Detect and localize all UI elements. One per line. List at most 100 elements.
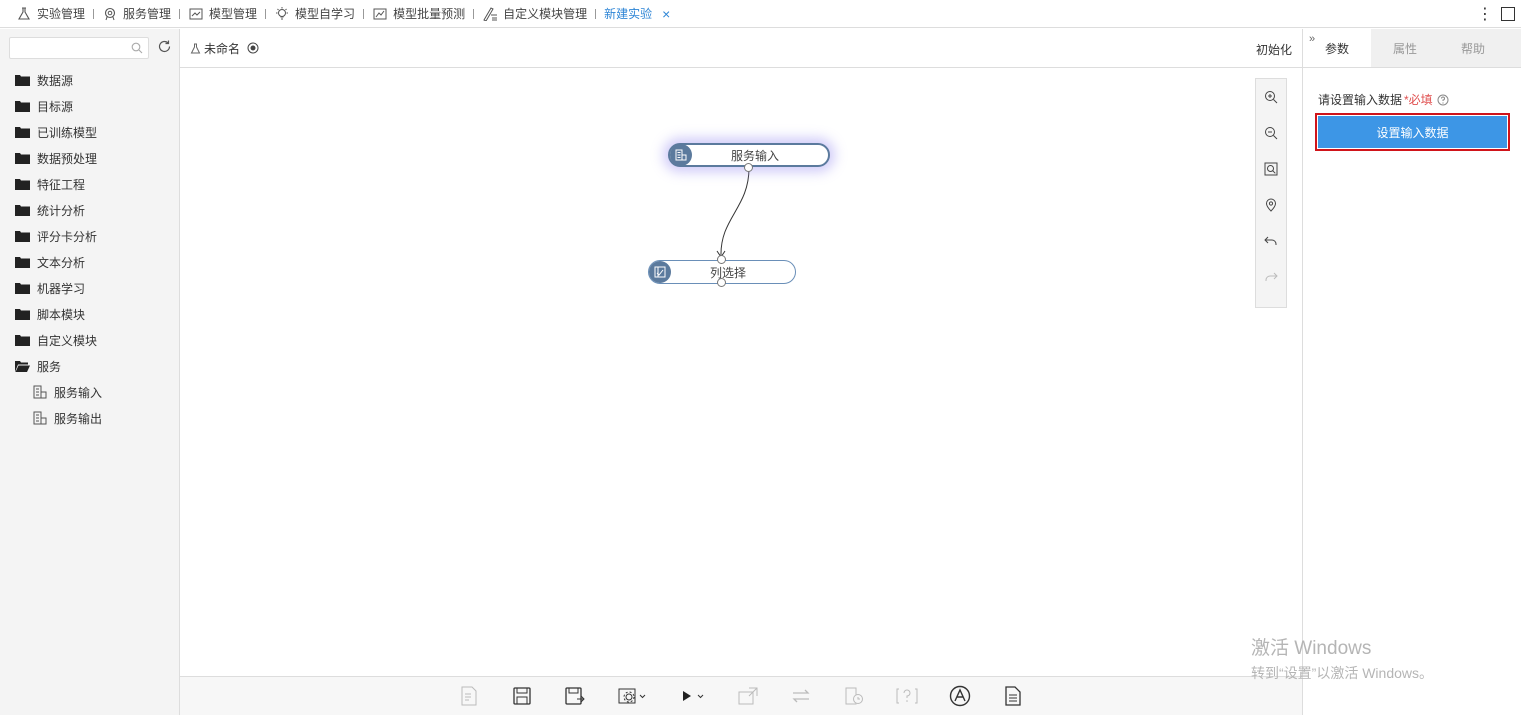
save-icon[interactable] (496, 677, 549, 716)
tree-folder-text-analysis[interactable]: 文本分析 (0, 249, 179, 275)
tree-folder-service[interactable]: 服务 (0, 353, 179, 379)
folder-icon (15, 231, 30, 242)
redo-icon[interactable] (1256, 259, 1286, 295)
tree-module-label: 服务输入 (54, 385, 103, 400)
node-connection-line (720, 167, 750, 257)
tab-model-batch-predict[interactable]: 模型批量预测 (364, 0, 473, 28)
output-port[interactable] (744, 163, 753, 172)
deploy-icon[interactable] (722, 677, 775, 716)
lightbulb-icon (274, 6, 290, 22)
folder-icon (15, 309, 30, 320)
experiment-canvas[interactable]: 服务输入 列选择 (180, 68, 1302, 676)
database-module-icon (33, 411, 47, 425)
tab-new-experiment[interactable]: 新建实验 × (596, 0, 678, 28)
service-icon (102, 6, 118, 22)
more-menu-icon[interactable]: ⋮ (1475, 4, 1495, 24)
tab-service-management[interactable]: 服务管理 (94, 0, 179, 28)
trend-chart-icon (372, 6, 388, 22)
tab-help[interactable]: 帮助 (1439, 29, 1507, 67)
save-as-icon[interactable] (549, 677, 602, 716)
tab-label: 实验管理 (37, 7, 86, 21)
tree-folder-custom-modules[interactable]: 自定义模块 (0, 327, 179, 353)
folder-icon (15, 205, 30, 216)
database-module-icon (33, 385, 47, 399)
bottom-toolbar (180, 676, 1302, 715)
experiment-header: 未命名 初始化 (180, 29, 1302, 68)
tree-folder-label: 数据源 (37, 73, 74, 88)
tree-folder-label: 服务 (37, 359, 62, 374)
tree-folder-label: 特征工程 (37, 177, 86, 192)
schedule-doc-icon[interactable] (828, 677, 881, 716)
search-icon[interactable] (131, 42, 143, 57)
tree-folder-scorecard[interactable]: 评分卡分析 (0, 223, 179, 249)
auto-layout-icon[interactable] (934, 677, 987, 716)
undo-icon[interactable] (1256, 223, 1286, 259)
folder-icon (15, 179, 30, 190)
tab-custom-module-management[interactable]: 自定义模块管理 (474, 0, 595, 28)
tree-folder-target-source[interactable]: 目标源 (0, 93, 179, 119)
flask-icon (190, 43, 201, 53)
tree-folder-label: 脚本模块 (37, 307, 86, 322)
experiment-name[interactable]: 未命名 (204, 40, 240, 57)
tree-module-label: 服务输出 (54, 411, 103, 426)
tab-model-self-learning[interactable]: 模型自学习 (266, 0, 363, 28)
tree-folder-trained-models[interactable]: 已训练模型 (0, 119, 179, 145)
module-sidebar: 数据源 目标源 已训练模型 数据预处理 特征工程 统计分析 评分卡分析 文本分析… (0, 29, 180, 715)
run-dropdown-icon[interactable] (662, 677, 722, 716)
zoom-out-icon[interactable] (1256, 115, 1286, 151)
canvas-zoom-toolbar (1255, 78, 1287, 308)
tree-module-service-input[interactable]: 服务输入 (0, 379, 179, 405)
tree-module-service-output[interactable]: 服务输出 (0, 405, 179, 431)
refresh-icon[interactable] (157, 39, 172, 57)
module-tree: 数据源 目标源 已训练模型 数据预处理 特征工程 统计分析 评分卡分析 文本分析… (0, 67, 179, 431)
tree-folder-label: 目标源 (37, 99, 74, 114)
properties-panel: » 参数 属性 帮助 请设置输入数据 *必填 设置输入数据 (1303, 29, 1521, 715)
tab-label: 模型批量预测 (393, 7, 466, 21)
column-select-icon (649, 261, 671, 283)
set-input-data-button[interactable]: 设置输入数据 (1318, 116, 1507, 148)
watermark-subtitle: 转到“设置”以激活 Windows。 (1251, 665, 1434, 681)
tab-label: 模型管理 (209, 7, 258, 21)
tree-folder-label: 统计分析 (37, 203, 86, 218)
document-icon[interactable] (987, 677, 1040, 716)
tab-model-management[interactable]: 模型管理 (180, 0, 265, 28)
folder-icon (15, 127, 30, 138)
zoom-in-icon[interactable] (1256, 79, 1286, 115)
node-label: 列选择 (709, 265, 746, 280)
tree-folder-machine-learning[interactable]: 机器学习 (0, 275, 179, 301)
tab-attributes[interactable]: 属性 (1371, 29, 1439, 67)
tree-folder-label: 已训练模型 (37, 125, 98, 140)
collapse-panel-icon[interactable]: » (1309, 33, 1315, 45)
fit-view-icon[interactable] (1256, 151, 1286, 187)
target-icon[interactable] (247, 42, 259, 54)
tree-folder-data-source[interactable]: 数据源 (0, 67, 179, 93)
tree-folder-label: 数据预处理 (37, 151, 98, 166)
swap-icon[interactable] (775, 677, 828, 716)
input-data-param-label: 请设置输入数据 *必填 (1318, 91, 1521, 108)
close-icon[interactable]: × (662, 6, 670, 22)
maximize-icon[interactable] (1501, 7, 1515, 21)
experiment-doc-icon[interactable] (443, 677, 496, 716)
folder-icon (15, 335, 30, 346)
locate-pin-icon[interactable] (1256, 187, 1286, 223)
module-search-input[interactable] (10, 38, 120, 58)
folder-icon (15, 257, 30, 268)
tree-folder-script-modules[interactable]: 脚本模块 (0, 301, 179, 327)
folder-icon (15, 101, 30, 112)
settings-dropdown-icon[interactable] (602, 677, 662, 716)
initialize-button[interactable]: 初始化 (1256, 41, 1292, 58)
tree-folder-statistics[interactable]: 统计分析 (0, 197, 179, 223)
tree-folder-preprocessing[interactable]: 数据预处理 (0, 145, 179, 171)
custom-edit-icon (482, 6, 498, 22)
input-port[interactable] (717, 255, 726, 264)
tab-experiment-management[interactable]: 实验管理 (0, 0, 93, 28)
model-chart-icon (188, 6, 204, 22)
node-label: 服务输入 (730, 148, 779, 163)
tree-folder-feature-engineering[interactable]: 特征工程 (0, 171, 179, 197)
help-bracket-icon[interactable] (881, 677, 934, 716)
help-circle-icon[interactable] (1437, 94, 1449, 106)
flask-icon (16, 6, 32, 22)
folder-open-icon (15, 361, 30, 372)
folder-icon (15, 153, 30, 164)
output-port[interactable] (717, 278, 726, 287)
